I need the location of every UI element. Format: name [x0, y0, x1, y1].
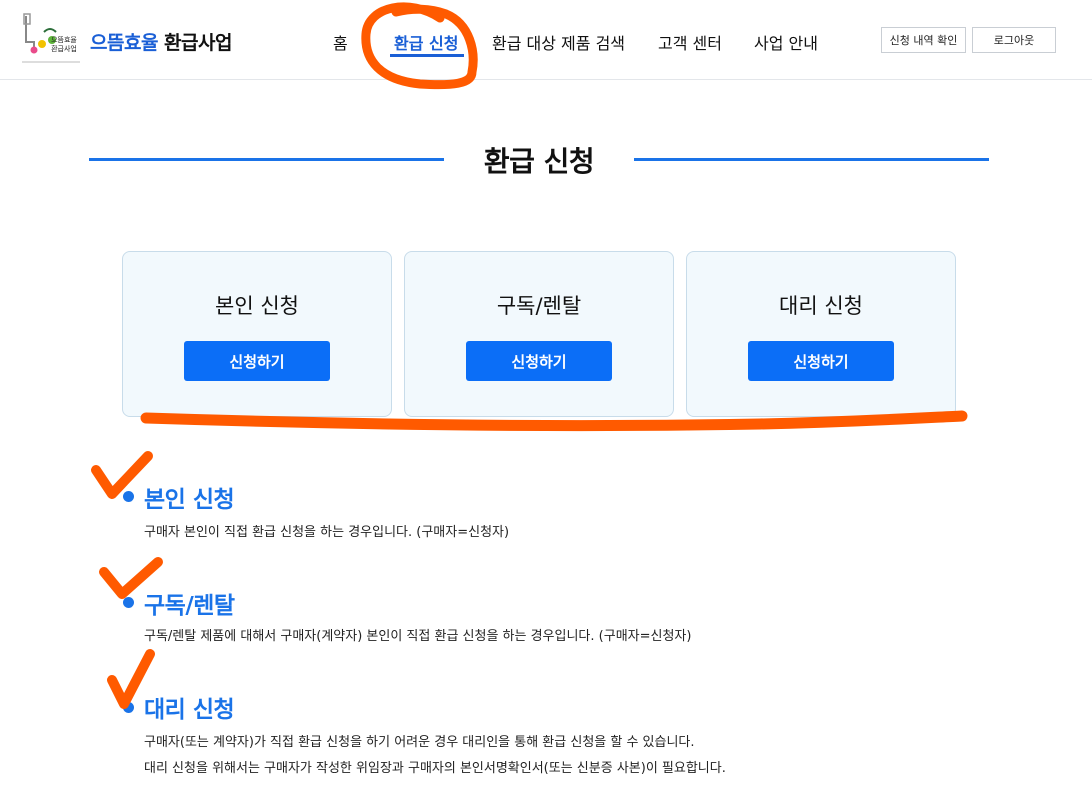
section-heading-self: 본인 신청: [144, 487, 235, 513]
site-header: 으뜸효율 환급사업 으뜸효율 환급사업 홈 환급 신청 환급 대상 제품 검색 …: [0, 0, 1092, 80]
card-proxy-apply: 대리 신청 신청하기: [686, 251, 956, 417]
check-history-button[interactable]: 신청 내역 확인: [881, 27, 966, 53]
brand-name[interactable]: 으뜸효율 환급사업: [90, 28, 232, 55]
section-heading-rental: 구독/렌탈: [144, 593, 235, 619]
svg-text:으뜸효율: 으뜸효율: [51, 36, 77, 44]
card-title: 본인 신청: [215, 294, 299, 318]
nav-active-indicator: [390, 54, 464, 57]
annotation-underline: [140, 410, 968, 432]
card-self-apply: 본인 신청 신청하기: [122, 251, 392, 417]
section-desc-proxy-line2: 대리 신청을 위해서는 구매자가 작성한 위임장과 구매자의 본인서명확인서(또…: [144, 761, 726, 776]
nav-customer-center[interactable]: 고객 센터: [658, 30, 722, 54]
proxy-apply-button[interactable]: 신청하기: [748, 341, 894, 381]
section-desc-proxy-line1: 구매자(또는 계약자)가 직접 환급 신청을 하기 어려운 경우 대리인을 통해…: [144, 735, 695, 750]
bullet-icon: [123, 597, 134, 608]
annotation-checkmark-icon: [91, 451, 153, 499]
bullet-icon: [123, 491, 134, 502]
nav-product-search[interactable]: 환급 대상 제품 검색: [492, 30, 625, 54]
section-heading-proxy: 대리 신청: [144, 697, 235, 723]
bullet-icon: [123, 702, 134, 713]
brand-logo[interactable]: 으뜸효율 환급사업: [20, 12, 82, 66]
rental-apply-button[interactable]: 신청하기: [466, 341, 612, 381]
svg-text:환급사업: 환급사업: [51, 44, 77, 53]
card-title: 구독/렌탈: [496, 294, 582, 318]
nav-business-info[interactable]: 사업 안내: [754, 30, 818, 54]
title-divider-right: [634, 158, 989, 161]
section-desc-rental: 구독/렌탈 제품에 대해서 구매자(계약자) 본인이 직접 환급 신청을 하는 …: [144, 629, 692, 644]
nav-apply[interactable]: 환급 신청: [394, 30, 458, 54]
self-apply-button[interactable]: 신청하기: [184, 341, 330, 381]
brand-rest: 환급사업: [164, 32, 232, 54]
card-rental-apply: 구독/렌탈 신청하기: [404, 251, 674, 417]
title-divider-left: [89, 158, 444, 161]
page-title: 환급 신청: [483, 145, 595, 178]
nav-home[interactable]: 홈: [333, 30, 348, 54]
brand-accent: 으뜸효율: [90, 32, 158, 54]
logout-button[interactable]: 로그아웃: [972, 27, 1056, 53]
section-desc-self: 구매자 본인이 직접 환급 신청을 하는 경우입니다. (구매자=신청자): [144, 525, 510, 540]
card-title: 대리 신청: [779, 294, 863, 318]
